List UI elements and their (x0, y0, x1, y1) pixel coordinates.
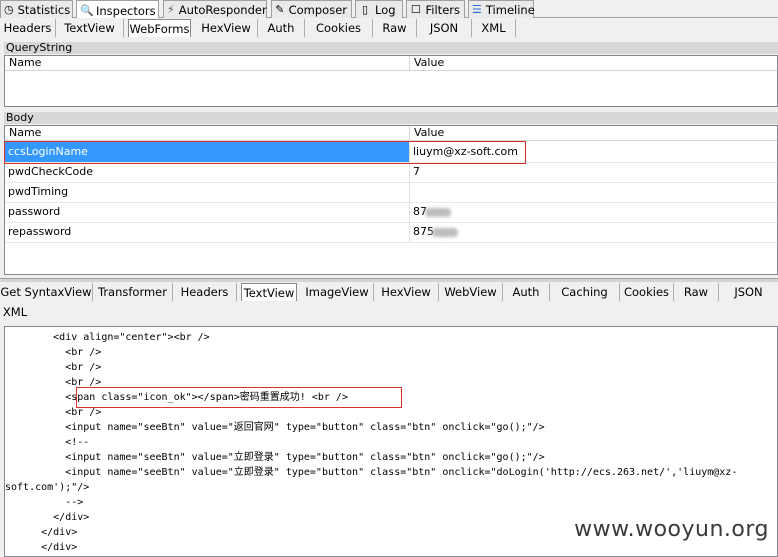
req-tab-hexview[interactable]: HexView (195, 19, 258, 37)
stopwatch-icon: ◷ (4, 3, 14, 16)
querystring-col-name[interactable]: Name (5, 56, 409, 70)
request-inspector-tabs: Headers TextView WebForms HexView Auth C… (0, 18, 778, 38)
req-tab-json[interactable]: JSON (417, 19, 472, 37)
row-name: pwdTiming (8, 185, 69, 198)
row-value (409, 182, 777, 202)
table-row[interactable]: password 87 (5, 202, 777, 223)
resp-tab-webview[interactable]: WebView (439, 283, 503, 301)
response-inspector-tabs: Get SyntaxView Transformer Headers TextV… (0, 282, 778, 302)
querystring-grid: Name Value (4, 55, 778, 107)
checkbox-icon: ☐ (410, 3, 421, 16)
resp-tab-textview[interactable]: TextView (241, 283, 297, 301)
redaction-blur (432, 227, 458, 237)
resp-tab-imageview[interactable]: ImageView (301, 283, 374, 301)
highlight-box-success-message (76, 387, 402, 408)
resp-tab-caching[interactable]: Caching (550, 283, 620, 301)
resp-tab-get-syntaxview[interactable]: Get SyntaxView (0, 283, 93, 301)
req-tab-textview[interactable]: TextView (56, 19, 124, 37)
pencil-icon: ✎ (275, 3, 285, 16)
row-value: 7 (409, 162, 777, 182)
tab-autoresponder[interactable]: ⚡ AutoResponder (163, 0, 267, 18)
row-name: repassword (8, 225, 72, 238)
response-inspector-tabs-row2: XML (0, 302, 778, 322)
querystring-col-value[interactable]: Value (409, 56, 777, 70)
timeline-icon: ☰ (472, 3, 482, 16)
table-row[interactable]: pwdTiming (5, 182, 777, 203)
row-value-redacted: 875 (409, 222, 777, 242)
body-header: Name Value (5, 126, 777, 141)
resp-tab-json[interactable]: JSON (719, 283, 778, 301)
req-tab-xml[interactable]: XML (472, 19, 516, 37)
inspector-icon: 🔍 (80, 3, 94, 17)
querystring-title: QueryString (4, 42, 778, 54)
req-tab-webforms[interactable]: WebForms (128, 19, 191, 37)
req-tab-cookies[interactable]: Cookies (305, 19, 373, 37)
querystring-header: Name Value (5, 56, 777, 71)
row-name: password (8, 205, 61, 218)
main-tab-bar: ◷ Statistics 🔍 Inspectors ⚡ AutoResponder ✎… (0, 0, 778, 19)
tab-filters[interactable]: ☐ Filters (406, 0, 465, 18)
tab-inspectors[interactable]: 🔍 Inspectors (76, 0, 159, 19)
body-title: Body (4, 112, 778, 124)
highlight-box-login-name (4, 141, 526, 164)
resp-tab-raw[interactable]: Raw (674, 283, 719, 301)
row-name: pwdCheckCode (8, 165, 93, 178)
tab-log[interactable]: ▯ Log (355, 0, 403, 18)
row-value-redacted: 87 (409, 202, 777, 222)
response-textview[interactable]: <div align="center"><br /> <br /> <br />… (4, 326, 778, 557)
table-row[interactable]: pwdCheckCode 7 (5, 162, 777, 183)
table-row[interactable]: repassword 875 (5, 222, 777, 243)
body-col-value[interactable]: Value (409, 126, 777, 140)
req-tab-headers[interactable]: Headers (0, 19, 56, 37)
body-col-name[interactable]: Name (5, 126, 409, 140)
resp-tab-hexview[interactable]: HexView (374, 283, 439, 301)
req-tab-auth[interactable]: Auth (258, 19, 305, 37)
resp-tab-cookies[interactable]: Cookies (620, 283, 674, 301)
tab-composer[interactable]: ✎ Composer (271, 0, 352, 18)
body-grid: Name Value ccsLoginName liuym@xz-soft.co… (4, 125, 778, 275)
req-tab-raw[interactable]: Raw (373, 19, 417, 37)
resp-tab-transformer[interactable]: Transformer (93, 283, 173, 301)
document-icon: ▯ (361, 3, 369, 16)
resp-tab-headers[interactable]: Headers (173, 283, 237, 301)
tab-statistics[interactable]: ◷ Statistics (0, 0, 73, 18)
resp-tab-xml[interactable]: XML (0, 303, 30, 321)
watermark: www.wooyun.org (574, 517, 769, 542)
lightning-icon: ⚡ (167, 3, 175, 16)
resp-tab-auth[interactable]: Auth (503, 283, 550, 301)
tab-timeline[interactable]: ☰ Timeline (468, 0, 535, 18)
redaction-blur (425, 207, 451, 217)
